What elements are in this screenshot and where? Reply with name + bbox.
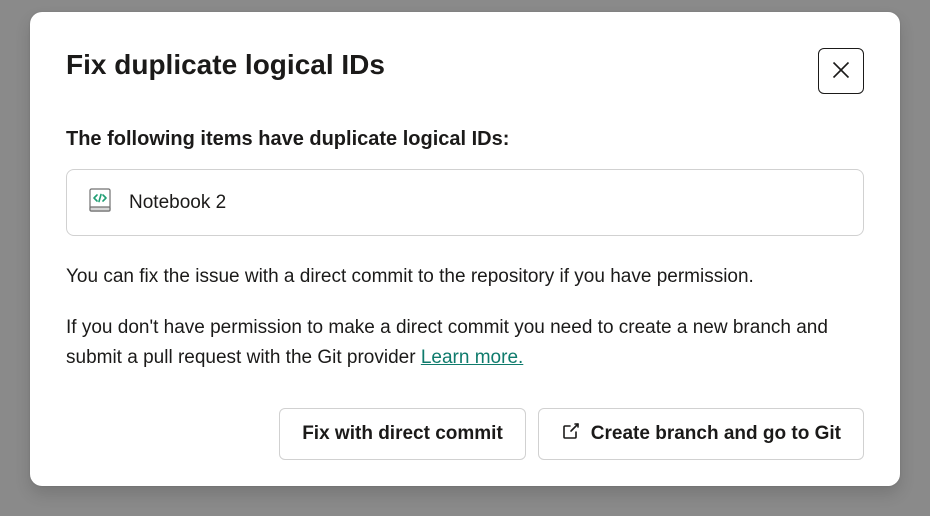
body-paragraph-2: If you don't have permission to make a d…	[66, 313, 864, 372]
body-paragraph-1: You can fix the issue with a direct comm…	[66, 262, 864, 291]
notebook-icon	[89, 188, 111, 217]
close-button[interactable]	[818, 48, 864, 94]
fix-direct-commit-label: Fix with direct commit	[302, 423, 503, 445]
open-external-icon	[561, 421, 581, 447]
create-branch-button[interactable]: Create branch and go to Git	[538, 408, 864, 460]
dialog-header: Fix duplicate logical IDs	[66, 48, 864, 94]
dialog-fix-duplicate-ids: Fix duplicate logical IDs The following …	[30, 12, 900, 486]
duplicate-item-label: Notebook 2	[129, 192, 226, 214]
create-branch-label: Create branch and go to Git	[591, 423, 841, 445]
dialog-title: Fix duplicate logical IDs	[66, 48, 385, 82]
close-icon	[831, 60, 851, 83]
fix-direct-commit-button[interactable]: Fix with direct commit	[279, 408, 526, 460]
learn-more-link[interactable]: Learn more.	[421, 347, 523, 368]
subheading: The following items have duplicate logic…	[66, 128, 864, 151]
duplicate-item-row: Notebook 2	[66, 169, 864, 236]
dialog-footer-buttons: Fix with direct commit Create branch and…	[66, 408, 864, 460]
